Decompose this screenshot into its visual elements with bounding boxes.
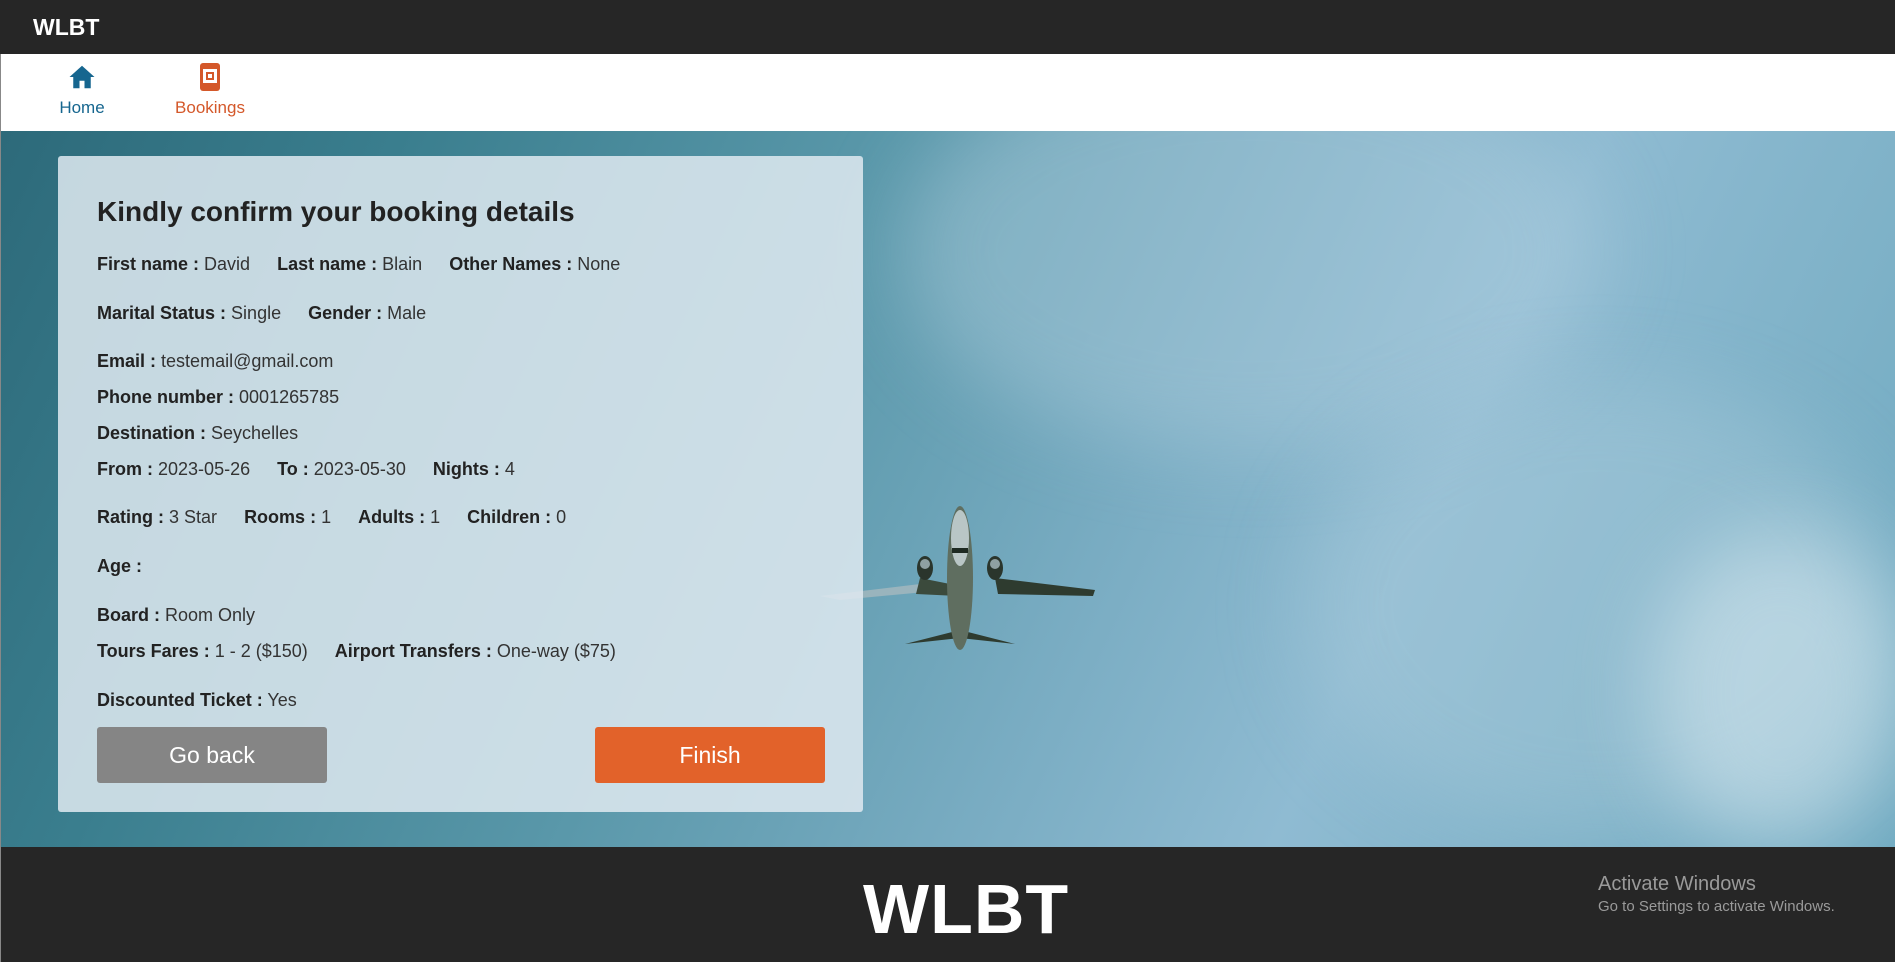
from-value: 2023-05-26 bbox=[158, 459, 251, 479]
board-label: Board : bbox=[97, 605, 160, 625]
last-name-label: Last name : bbox=[277, 254, 378, 274]
status-row: Marital Status : Single Gender : Male bbox=[97, 303, 448, 324]
bookings-icon bbox=[200, 63, 220, 91]
nav-bookings-label: Bookings bbox=[175, 98, 245, 117]
nav-home[interactable]: Home bbox=[27, 62, 137, 118]
gender-value: Male bbox=[387, 303, 427, 323]
nav-bookings[interactable]: Bookings bbox=[155, 62, 265, 118]
marital-status-label: Marital Status : bbox=[97, 303, 227, 323]
destination-row: Destination : Seychelles bbox=[97, 423, 298, 444]
booking-confirmation-card: Kindly confirm your booking details Firs… bbox=[58, 156, 863, 812]
top-bar: WLBT bbox=[0, 0, 1895, 54]
phone-label: Phone number : bbox=[97, 387, 235, 407]
home-icon bbox=[69, 65, 95, 89]
rating-label: Rating : bbox=[97, 507, 164, 527]
adults-label: Adults : bbox=[358, 507, 426, 527]
rooms-row: Rating : 3 Star Rooms : 1 Adults : 1 Chi… bbox=[97, 507, 588, 528]
discounted-ticket-value: Yes bbox=[267, 690, 297, 710]
email-label: Email : bbox=[97, 351, 157, 371]
rooms-value: 1 bbox=[321, 507, 332, 527]
destination-label: Destination : bbox=[97, 423, 207, 443]
footer: WLBT Activate Windows Go to Settings to … bbox=[0, 847, 1895, 962]
tours-fares-label: Tours Fares : bbox=[97, 641, 210, 661]
card-title: Kindly confirm your booking details bbox=[97, 196, 575, 227]
children-label: Children : bbox=[467, 507, 552, 527]
email-value: testemail@gmail.com bbox=[161, 351, 334, 371]
rooms-label: Rooms : bbox=[244, 507, 317, 527]
to-label: To : bbox=[277, 459, 309, 479]
footer-logo: WLBT bbox=[863, 870, 1070, 948]
email-row: Email : testemail@gmail.com bbox=[97, 351, 333, 372]
go-back-button[interactable]: Go back bbox=[97, 727, 327, 783]
discounted-ticket-label: Discounted Ticket : bbox=[97, 690, 263, 710]
board-value: Room Only bbox=[165, 605, 256, 625]
activate-windows-title: Activate Windows bbox=[1598, 873, 1756, 895]
last-name-value: Blain bbox=[382, 254, 423, 274]
nights-label: Nights : bbox=[432, 459, 500, 479]
activate-windows-watermark: Activate Windows Go to Settings to activ… bbox=[1598, 873, 1835, 915]
first-name-value: David bbox=[204, 254, 251, 274]
destination-value: Seychelles bbox=[211, 423, 299, 443]
activate-windows-subtitle: Go to Settings to activate Windows. bbox=[1598, 898, 1835, 915]
board-row: Board : Room Only bbox=[97, 605, 255, 626]
finish-button[interactable]: Finish bbox=[595, 727, 825, 783]
nav-bar: Home Bookings bbox=[0, 54, 1895, 131]
brand-logo[interactable]: WLBT bbox=[33, 14, 99, 41]
other-names-value: None bbox=[577, 254, 621, 274]
rating-value: 3 Star bbox=[169, 507, 218, 527]
phone-row: Phone number : 0001265785 bbox=[97, 387, 339, 408]
age-label: Age : bbox=[97, 556, 142, 576]
discount-row: Discounted Ticket : Yes bbox=[97, 690, 297, 711]
gender-label: Gender : bbox=[308, 303, 383, 323]
other-names-label: Other Names : bbox=[449, 254, 573, 274]
extras-row: Tours Fares : 1 - 2 ($150) Airport Trans… bbox=[97, 641, 638, 662]
tours-fares-value: 1 - 2 ($150) bbox=[214, 641, 308, 661]
adults-value: 1 bbox=[430, 507, 441, 527]
nights-value: 4 bbox=[504, 459, 515, 479]
airport-transfers-label: Airport Transfers : bbox=[334, 641, 492, 661]
phone-value: 0001265785 bbox=[239, 387, 340, 407]
to-value: 2023-05-30 bbox=[313, 459, 406, 479]
airport-transfers-value: One-way ($75) bbox=[496, 641, 616, 661]
dates-row: From : 2023-05-26 To : 2023-05-30 Nights… bbox=[97, 459, 537, 480]
nav-home-label: Home bbox=[59, 98, 105, 117]
first-name-label: First name : bbox=[97, 254, 200, 274]
marital-status-value: Single bbox=[231, 303, 282, 323]
from-label: From : bbox=[97, 459, 153, 479]
children-value: 0 bbox=[556, 507, 567, 527]
age-row: Age : bbox=[97, 556, 142, 577]
name-row: First name : David Last name : Blain Oth… bbox=[97, 254, 642, 275]
